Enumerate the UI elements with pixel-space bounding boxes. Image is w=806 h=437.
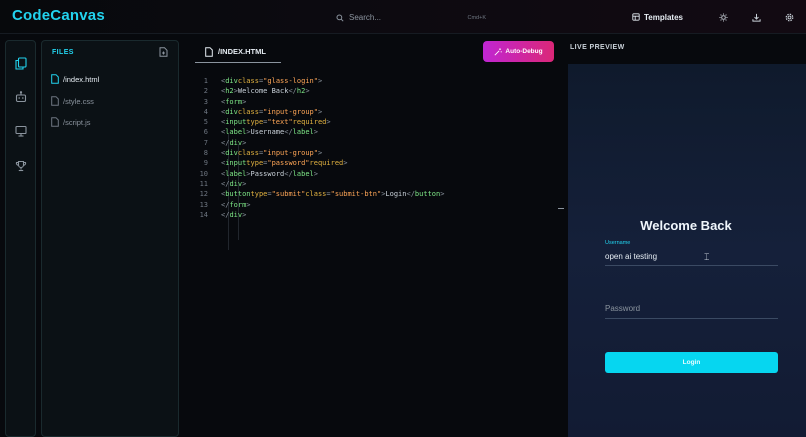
tab-index-html[interactable]: /INDEX.HTML <box>195 41 281 63</box>
code-line: 13 </form > <box>199 200 251 209</box>
download-button[interactable] <box>740 0 773 34</box>
file-item-script-js[interactable]: /script.js <box>51 117 91 127</box>
search-icon <box>336 13 344 22</box>
files-header: FILES <box>52 49 74 56</box>
sun-icon <box>719 12 728 22</box>
live-preview-header: LIVE PREVIEW <box>570 44 625 51</box>
login-card: Welcome Back Username open ai testing ⌶ … <box>584 192 788 392</box>
app-logo[interactable]: CodeCanvas <box>12 7 105 24</box>
download-icon <box>752 13 761 22</box>
search-shortcut: Cmd+K <box>467 14 487 21</box>
auto-debug-button[interactable]: Auto-Debug <box>483 41 554 62</box>
code-line: 10 < label > Password </label > <box>199 169 318 178</box>
code-line: 4 < div class = "input-group" > <box>203 107 323 116</box>
bot-icon[interactable] <box>13 89 29 105</box>
code-line: 14 </div > <box>199 210 247 219</box>
code-content[interactable]: 1 < div class = "glass-login" > 2 < h2 > Welcome… <box>195 76 555 220</box>
code-line: 6 < label > Username </label > <box>203 128 318 137</box>
files-icon[interactable] <box>13 55 29 71</box>
settings-button[interactable] <box>773 0 806 34</box>
code-line: 7 </div > <box>203 138 247 147</box>
file-item-style-css[interactable]: /style.css <box>51 96 94 106</box>
login-button[interactable]: Login <box>605 352 778 373</box>
file-item-label: /style.css <box>63 96 94 106</box>
file-item-label: /index.html <box>63 74 100 84</box>
file-icon <box>51 74 59 84</box>
file-item-index-html[interactable]: /index.html <box>51 74 99 84</box>
file-icon <box>51 96 59 106</box>
activity-bar <box>5 40 36 437</box>
username-input[interactable]: open ai testing <box>605 248 778 266</box>
new-file-button[interactable] <box>159 47 168 57</box>
scrollbar-marker[interactable] <box>558 208 564 209</box>
magic-wand-icon <box>494 47 503 56</box>
text-cursor-icon: ⌶ <box>704 252 710 262</box>
tab-label: /INDEX.HTML <box>218 47 266 56</box>
file-plus-icon <box>159 47 168 57</box>
templates-label: Templates <box>644 12 683 22</box>
file-explorer: FILES /index.html /style.css /script.js <box>41 40 179 437</box>
top-bar: CodeCanvas Search... Cmd+K Templates <box>0 0 806 34</box>
code-line: 3 < form > <box>203 97 247 106</box>
username-label: Username <box>605 240 631 246</box>
login-title: Welcome Back <box>640 218 732 233</box>
code-line: 9 < input type = "password" required > <box>203 159 348 168</box>
code-line: 1 < div class = "glass-login" > <box>203 77 323 85</box>
file-item-label: /script.js <box>63 117 91 127</box>
code-editor[interactable]: /INDEX.HTML Auto-Debug 1 < div class = "glas… <box>195 38 565 437</box>
auto-debug-label: Auto-Debug <box>505 48 543 55</box>
live-preview-pane: Welcome Back Username open ai testing ⌶ … <box>568 64 806 437</box>
code-line: 5 < input type = "text" required > <box>203 118 331 127</box>
search-placeholder: Search... <box>349 13 382 22</box>
code-line: 8 < div class = "input-group" > <box>203 149 323 158</box>
gear-icon <box>785 13 794 22</box>
code-line: 12 < button type = "submit" class = "submit-b… <box>199 190 445 199</box>
templates-icon <box>632 13 640 21</box>
code-line: 11 </div > <box>199 179 247 188</box>
trophy-icon[interactable] <box>13 158 29 174</box>
code-line: 2 < h2 > Welcome Back </h2 > <box>203 87 310 96</box>
search-box[interactable]: Search... Cmd+K <box>336 9 486 26</box>
theme-toggle-button[interactable] <box>707 0 740 34</box>
password-input[interactable]: Password <box>605 299 778 319</box>
presentation-icon[interactable] <box>13 123 29 139</box>
file-icon <box>205 46 213 57</box>
file-icon <box>51 117 59 127</box>
templates-button[interactable]: Templates <box>632 13 683 22</box>
